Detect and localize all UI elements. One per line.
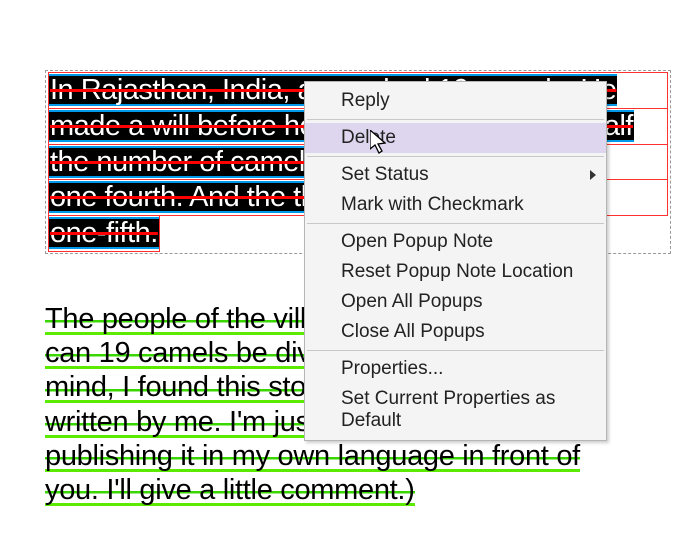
- menu-set-default[interactable]: Set Current Properties as Default: [305, 384, 606, 436]
- menu-close-all-popups[interactable]: Close All Popups: [305, 317, 606, 347]
- menu-mark-checkmark[interactable]: Mark with Checkmark: [305, 190, 606, 220]
- menu-reply[interactable]: Reply: [305, 86, 606, 116]
- menu-separator: [307, 156, 604, 157]
- menu-open-all-popups[interactable]: Open All Popups: [305, 287, 606, 317]
- para2-line6: you. I'll give a little comment.): [45, 474, 415, 506]
- menu-separator: [307, 350, 604, 351]
- context-menu: Reply Delete Set Status Mark with Checkm…: [304, 81, 607, 441]
- menu-separator: [307, 119, 604, 120]
- menu-set-status[interactable]: Set Status: [305, 160, 606, 190]
- menu-open-popup[interactable]: Open Popup Note: [305, 227, 606, 257]
- menu-reset-popup[interactable]: Reset Popup Note Location: [305, 257, 606, 287]
- para1-line5: one-fifth.: [49, 217, 159, 249]
- menu-properties[interactable]: Properties...: [305, 354, 606, 384]
- menu-delete[interactable]: Delete: [305, 123, 606, 153]
- chevron-right-icon: [590, 170, 596, 180]
- menu-set-status-label: Set Status: [341, 164, 429, 185]
- para2-line5: publishing it in my own language in fron…: [45, 440, 580, 472]
- menu-separator: [307, 223, 604, 224]
